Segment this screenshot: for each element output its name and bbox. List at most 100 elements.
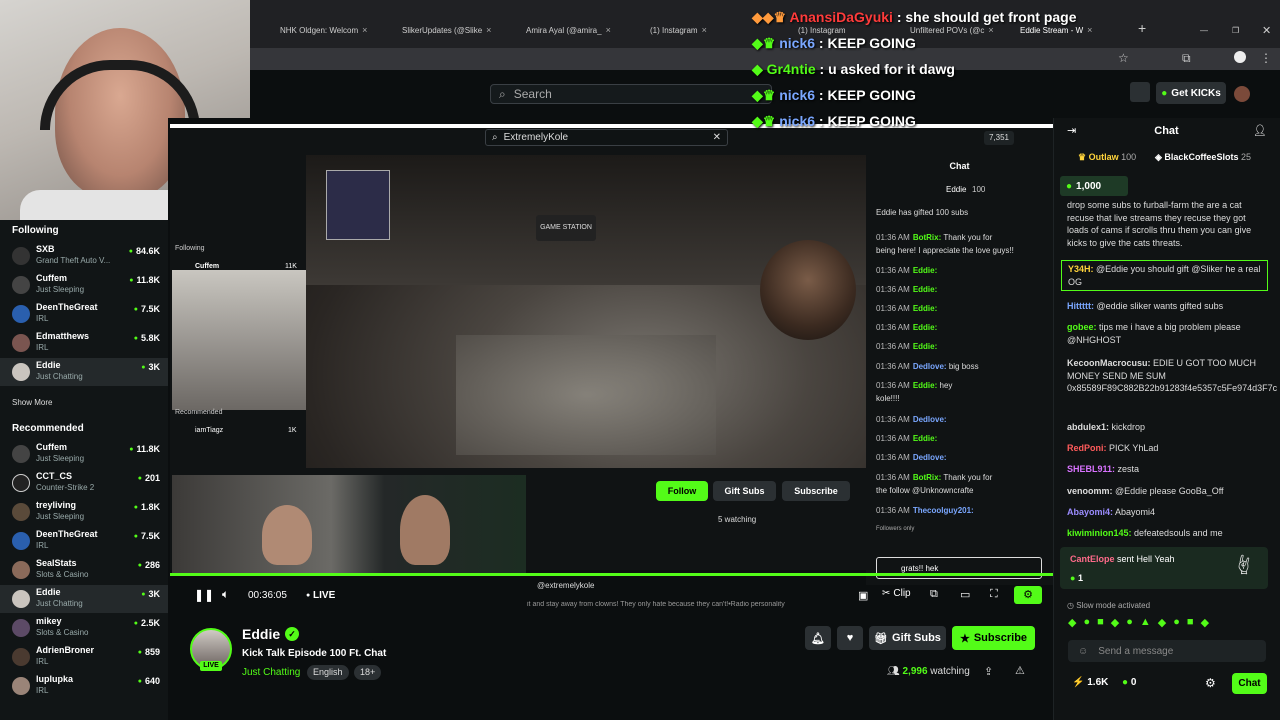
fullscreen-icon[interactable]: ⛶ xyxy=(990,588,998,601)
emote-icon[interactable]: ◆ xyxy=(1158,616,1166,632)
viewer-count: 11.8K xyxy=(129,444,160,454)
heart-icon[interactable]: ♥ xyxy=(837,626,863,650)
avatar xyxy=(12,363,30,381)
theater-icon[interactable]: ▭ xyxy=(960,588,970,601)
emote-icon[interactable]: ▲ xyxy=(1140,616,1151,632)
notification-bell-icon[interactable]: 🔔︎ xyxy=(805,626,831,650)
user-avatar[interactable] xyxy=(1234,86,1250,102)
tag-18plus[interactable]: 18+ xyxy=(354,665,382,680)
emote-icon[interactable]: ■ xyxy=(1187,616,1194,632)
sidebar-item-eddie[interactable]: Eddie Just Chatting 3K xyxy=(0,358,168,386)
chat-user[interactable]: abdulex1: xyxy=(1067,422,1109,432)
sidebar-item-mikey[interactable]: mikey Slots & Casino 2.5K xyxy=(0,614,168,642)
close-icon[interactable]: × xyxy=(988,25,993,35)
channel-category: Just Sleeping xyxy=(36,454,85,463)
rock-hand-icon: 🤘︎ xyxy=(1238,552,1250,577)
volume-icon[interactable]: 🔈︎ xyxy=(222,587,229,602)
sidebar-item-edmatthews[interactable]: Edmatthews IRL 5.8K xyxy=(0,329,168,357)
menu-icon[interactable]: ⋮ xyxy=(1260,51,1272,65)
miniplayer-icon[interactable]: ▣ xyxy=(858,589,868,602)
chat-user[interactable]: KecoonMacrocusu: xyxy=(1067,358,1151,368)
channel-name[interactable]: Eddie xyxy=(242,626,280,642)
close-icon[interactable]: × xyxy=(606,25,611,35)
gift-alert: CantElope sent Hell Yeah ● 1 🤘︎ xyxy=(1060,547,1268,589)
browser-tab[interactable]: NHK Oldgen: Welcom × xyxy=(280,20,386,40)
settings-icon[interactable]: ⚙ xyxy=(1014,586,1042,604)
report-icon[interactable]: ⚠ xyxy=(1015,664,1025,677)
captions-icon[interactable]: ⧉ xyxy=(930,588,938,601)
chat-settings-icon[interactable]: ⚙ xyxy=(1205,676,1216,690)
emote-icon[interactable]: ◆ xyxy=(1068,616,1076,632)
points-balance[interactable]: ● 0 xyxy=(1122,677,1136,688)
kicks-balance[interactable]: ⚡ 1.6K xyxy=(1072,677,1108,688)
get-kicks-label: Get KICKs xyxy=(1171,87,1221,99)
chat-users-icon[interactable]: 👤︎ xyxy=(1253,124,1267,137)
progress-bar[interactable] xyxy=(170,573,1053,576)
emote-icon[interactable]: ◆ xyxy=(1201,616,1209,632)
sidebar-item-sealstats[interactable]: SealStats Slots & Casino 286 xyxy=(0,556,168,584)
chat-user[interactable]: SHEBL911: xyxy=(1067,464,1115,474)
emote-icon[interactable]: ◆ xyxy=(1111,616,1119,632)
chat-user[interactable]: Hittttt: xyxy=(1067,301,1094,311)
chat-send-button[interactable]: Chat xyxy=(1232,673,1267,694)
window-close-icon[interactable]: ✕ xyxy=(1262,20,1271,40)
star-icon[interactable]: ☆ xyxy=(1118,51,1129,65)
emote-icon[interactable]: ● xyxy=(1083,616,1090,632)
profile-icon[interactable] xyxy=(1234,51,1246,63)
live-indicator: ● LIVE xyxy=(306,590,336,601)
sidebar-item-deenthegreat-rec[interactable]: DeenTheGreat IRL 7.5K xyxy=(0,527,168,555)
minimize-icon[interactable]: — xyxy=(1200,20,1208,40)
chat-message: KecoonMacrocusu: EDIE U GOT TOO MUCH MON… xyxy=(1067,357,1277,395)
sidebar-item-cct-cs[interactable]: CCT_CS Counter-Strike 2 201 xyxy=(0,469,168,497)
collapse-chat-icon[interactable]: ⇥ xyxy=(1067,124,1076,137)
emote-icon[interactable]: ● xyxy=(1173,616,1180,632)
browser-tab[interactable]: Amira Ayal (@amira_ × xyxy=(526,20,634,40)
emote-icon[interactable]: ■ xyxy=(1097,616,1104,632)
get-kicks-button[interactable]: ● Get KICKs xyxy=(1156,82,1226,104)
extensions-icon[interactable]: ⧉ xyxy=(1182,51,1191,66)
chat-input[interactable]: ☺ Send a message xyxy=(1068,640,1266,662)
kicks-badge[interactable]: ● 1,000 xyxy=(1060,176,1128,196)
search-input[interactable]: ⌕ Search xyxy=(490,84,772,104)
browser-tab[interactable]: (1) Instagram × xyxy=(650,20,750,40)
chat-user[interactable]: RedPoni: xyxy=(1067,443,1107,453)
sidebar-item-sxb[interactable]: SXB Grand Theft Auto V... 84.6K xyxy=(0,242,168,270)
chat-user[interactable]: gobee: xyxy=(1067,322,1097,332)
layout-icon[interactable] xyxy=(1130,82,1150,102)
close-icon[interactable]: × xyxy=(1087,25,1092,35)
new-tab-icon[interactable]: + xyxy=(1138,18,1146,38)
verified-icon: ✓ xyxy=(285,627,299,641)
sidebar-item-deenthegreat[interactable]: DeenTheGreat IRL 7.5K xyxy=(0,300,168,328)
gift-user[interactable]: CantElope xyxy=(1070,554,1115,564)
sidebar-item-eddie-rec[interactable]: Eddie Just Chatting 3K xyxy=(0,585,168,613)
browser-tab[interactable]: SlikerUpdates (@Slike × xyxy=(402,20,510,40)
inner-search-input: ⌕ ExtremelyKole ✕ xyxy=(485,129,728,146)
clip-button[interactable]: ✂ Clip xyxy=(882,588,911,599)
show-more-link[interactable]: Show More xyxy=(12,398,52,407)
pause-icon[interactable]: ❚❚ xyxy=(194,588,214,602)
gift-subs-button[interactable]: 🎁︎ Gift Subs xyxy=(869,626,946,650)
emote-picker-icon[interactable]: ☺ xyxy=(1078,646,1088,657)
emote-icon[interactable]: ● xyxy=(1126,616,1133,632)
sidebar-item-treyliving[interactable]: treyliving Just Sleeping 1.8K xyxy=(0,498,168,526)
close-icon[interactable]: × xyxy=(486,25,491,35)
sidebar-item-cuffem[interactable]: Cuffem Just Sleeping 11.8K xyxy=(0,271,168,299)
chat-user[interactable]: kiwiminion145: xyxy=(1067,528,1132,538)
chat-user[interactable]: Y34H: xyxy=(1068,264,1094,274)
chat-message: Abayomi4: Abayomi4 xyxy=(1067,506,1267,519)
sidebar-item-cuffem-rec[interactable]: Cuffem Just Sleeping 11.8K xyxy=(0,440,168,468)
close-icon[interactable]: × xyxy=(702,25,707,35)
tag-english[interactable]: English xyxy=(307,665,349,680)
stream-category[interactable]: Just Chatting xyxy=(242,667,300,678)
sidebar-item-luplupka[interactable]: luplupka IRL 640 xyxy=(0,672,168,700)
share-icon[interactable]: ⇪ xyxy=(984,665,993,678)
sidebar-item-adrienbroner[interactable]: AdrienBroner IRL 859 xyxy=(0,643,168,671)
close-icon[interactable]: × xyxy=(362,25,367,35)
channel-name: luplupka xyxy=(36,674,74,684)
emote-bar[interactable]: ◆ ● ■ ◆ ● ▲ ◆ ● ■ ◆ xyxy=(1068,616,1278,632)
restore-icon[interactable]: ❐ xyxy=(1232,20,1239,40)
subscribe-button[interactable]: ★ Subscribe xyxy=(952,626,1035,650)
chat-user[interactable]: venoomm: xyxy=(1067,486,1113,496)
chat-user[interactable]: Abayomi4: xyxy=(1067,507,1113,517)
channel-category: Grand Theft Auto V... xyxy=(36,256,111,265)
